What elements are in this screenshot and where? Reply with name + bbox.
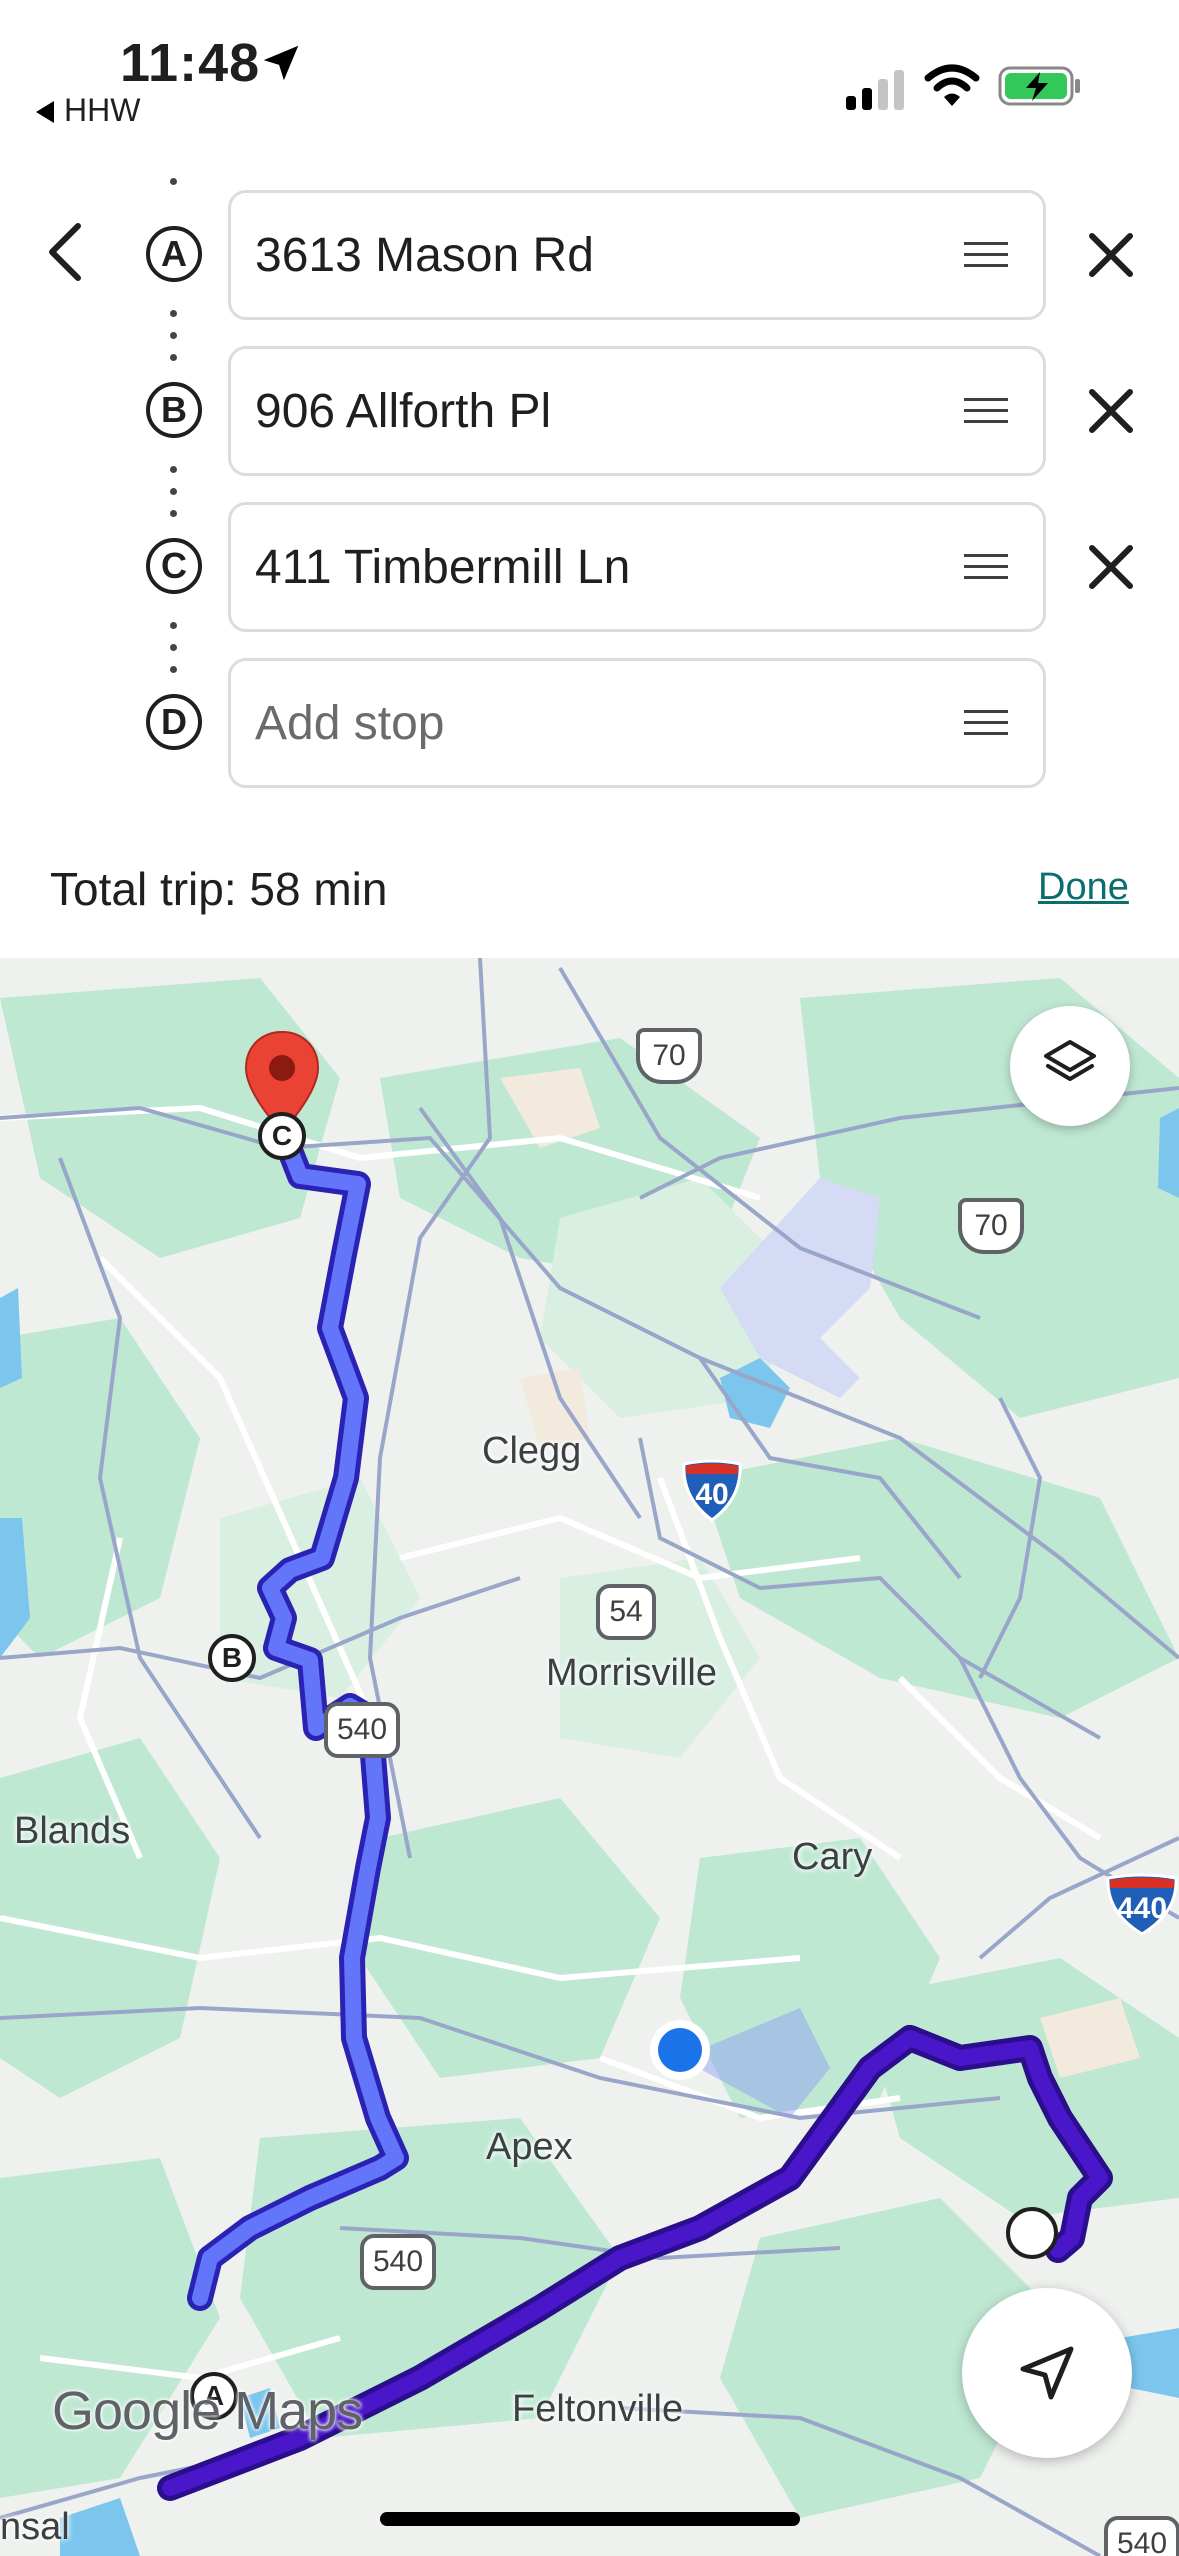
drag-handle-icon[interactable] bbox=[964, 396, 1008, 426]
close-icon bbox=[1089, 545, 1133, 589]
status-bar: 11:48 HHW bbox=[0, 0, 1179, 150]
route-shield-nc540: 540 bbox=[360, 2234, 436, 2290]
place-label-cary: Cary bbox=[792, 1836, 873, 1878]
map-marker-b[interactable]: B bbox=[208, 1634, 256, 1682]
place-label-nsal: nsal bbox=[0, 2506, 70, 2548]
stop-input-a-value: 3613 Mason Rd bbox=[255, 228, 594, 282]
home-indicator[interactable] bbox=[380, 2512, 800, 2526]
done-button[interactable]: Done bbox=[1038, 866, 1129, 909]
cellular-signal-icon bbox=[846, 70, 904, 110]
drag-handle-icon[interactable] bbox=[964, 240, 1008, 270]
status-time: 11:48 bbox=[120, 33, 261, 93]
map-layers-button[interactable] bbox=[1010, 1006, 1130, 1126]
google-maps-logo: Google Maps bbox=[52, 2381, 363, 2441]
stop-input-c-value: 411 Timbermill Ln bbox=[255, 540, 631, 594]
interstate-shield-i440: 440 bbox=[1104, 1872, 1179, 1936]
remove-stop-c-button[interactable] bbox=[1080, 536, 1142, 598]
directions-panel: A 3613 Mason Rd B 906 Allforth Pl C 411 … bbox=[0, 150, 1179, 958]
drag-handle-icon[interactable] bbox=[964, 552, 1008, 582]
place-label-blands: Blands bbox=[14, 1810, 131, 1852]
total-trip-time: Total trip: 58 min bbox=[50, 863, 388, 915]
stop-row-a: A 3613 Mason Rd bbox=[0, 190, 1179, 320]
route-shield-us70: 70 bbox=[958, 1198, 1024, 1254]
route-shield-nc54: 54 bbox=[596, 1584, 656, 1640]
place-label-apex: Apex bbox=[486, 2126, 573, 2168]
stop-input-b[interactable]: 906 Allforth Pl bbox=[228, 346, 1046, 476]
drag-handle-icon[interactable] bbox=[964, 708, 1008, 738]
wifi-icon bbox=[924, 64, 980, 106]
map-marker-c[interactable]: C bbox=[258, 1112, 306, 1160]
route-shield-nc540: 540 bbox=[324, 1702, 400, 1758]
stop-row-b: B 906 Allforth Pl bbox=[0, 346, 1179, 476]
remove-stop-b-button[interactable] bbox=[1080, 380, 1142, 442]
stop-row-c: C 411 Timbermill Ln bbox=[0, 502, 1179, 632]
stop-input-c[interactable]: 411 Timbermill Ln bbox=[228, 502, 1046, 632]
interstate-i440-number: 440 bbox=[1116, 1892, 1168, 1925]
stop-marker-a: A bbox=[146, 226, 202, 282]
back-triangle-icon bbox=[36, 101, 54, 123]
place-label-morrisville: Morrisville bbox=[546, 1652, 717, 1694]
interstate-i40-number: 40 bbox=[695, 1478, 729, 1511]
route-shield-nc540: 540 bbox=[1104, 2516, 1179, 2556]
stop-marker-b: B bbox=[146, 382, 202, 438]
interstate-shield-i40: 40 bbox=[680, 1458, 744, 1522]
layers-icon bbox=[1044, 1040, 1096, 1081]
stop-input-b-value: 906 Allforth Pl bbox=[255, 384, 552, 438]
close-icon bbox=[1089, 233, 1133, 277]
place-label-feltonville: Feltonville bbox=[512, 2388, 684, 2430]
stop-row-d: D Add stop bbox=[0, 658, 1179, 788]
add-stop-input[interactable]: Add stop bbox=[228, 658, 1046, 788]
navigation-arrow-icon bbox=[1020, 2346, 1074, 2400]
current-location-icon[interactable] bbox=[646, 2016, 714, 2084]
place-label-clegg: Clegg bbox=[482, 1430, 582, 1472]
start-navigation-button[interactable] bbox=[962, 2288, 1132, 2458]
stop-marker-d: D bbox=[146, 694, 202, 750]
location-arrow-icon bbox=[263, 45, 299, 81]
map-view[interactable]: C B A Blands Clegg Morrisville Cary Apex… bbox=[0, 958, 1179, 2556]
stop-input-a[interactable]: 3613 Mason Rd bbox=[228, 190, 1046, 320]
remove-stop-a-button[interactable] bbox=[1080, 224, 1142, 286]
back-to-app-link[interactable]: HHW bbox=[36, 92, 140, 129]
add-stop-placeholder: Add stop bbox=[255, 696, 445, 750]
route-shield-us70: 70 bbox=[636, 1028, 702, 1084]
stop-marker-c: C bbox=[146, 538, 202, 594]
back-app-label: HHW bbox=[64, 92, 141, 128]
close-icon bbox=[1089, 389, 1133, 433]
battery-charging-icon bbox=[998, 66, 1080, 106]
